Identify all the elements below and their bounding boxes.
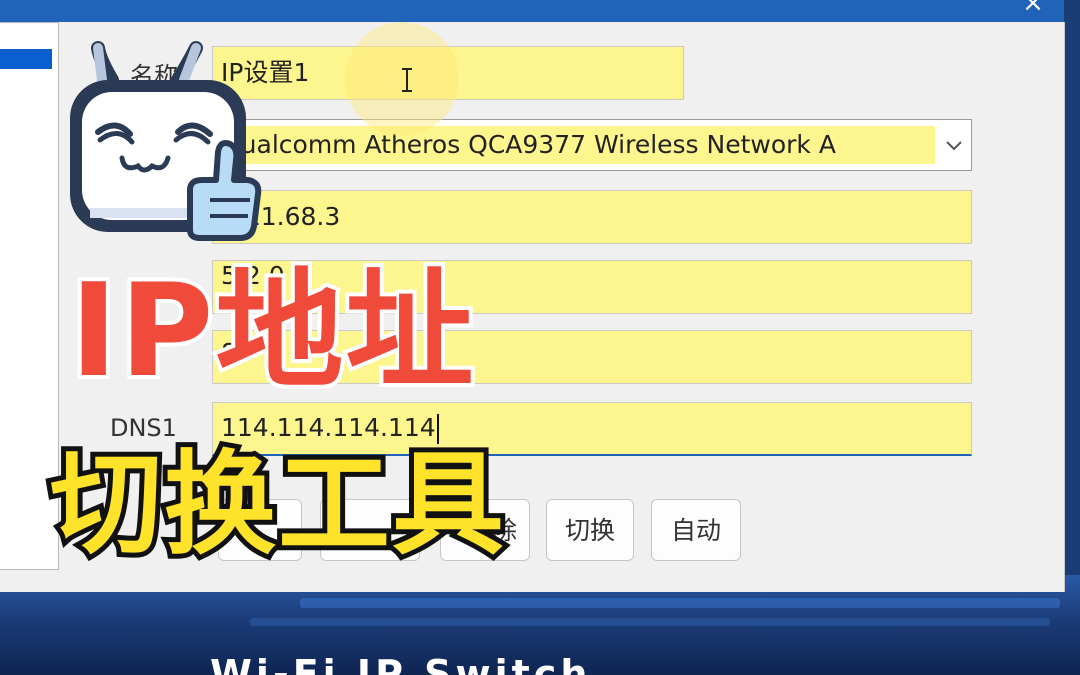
network-adapter-value: Qualcomm Atheros QCA9377 Wireless Networ… — [213, 126, 935, 164]
desktop-decoration — [300, 598, 1060, 608]
dns1-value: 114.114.114.114 — [221, 413, 436, 442]
text-ibeam-cursor-icon — [402, 68, 412, 92]
auto-button[interactable]: 自动 — [651, 499, 741, 561]
network-adapter-select[interactable]: Qualcomm Atheros QCA9377 Wireless Networ… — [212, 119, 972, 171]
window-titlebar — [0, 0, 1064, 22]
switch-button[interactable]: 切换 — [546, 499, 634, 561]
desktop-decoration — [250, 618, 1050, 626]
ip-address-input[interactable]: .211.68.3 — [212, 190, 972, 244]
profile-list-selected-item[interactable] — [0, 49, 52, 69]
overlay-headline: IP地址 — [66, 257, 477, 406]
bilibili-tv-mascot-icon — [70, 41, 262, 241]
overlay-subline: 切换工具 — [45, 435, 509, 575]
dns1-label: DNS1 — [110, 414, 177, 442]
chevron-down-icon[interactable] — [941, 132, 967, 158]
bottom-caption: Wi-Fi IP Switch — [210, 652, 592, 675]
close-icon[interactable]: × — [1018, 0, 1048, 18]
